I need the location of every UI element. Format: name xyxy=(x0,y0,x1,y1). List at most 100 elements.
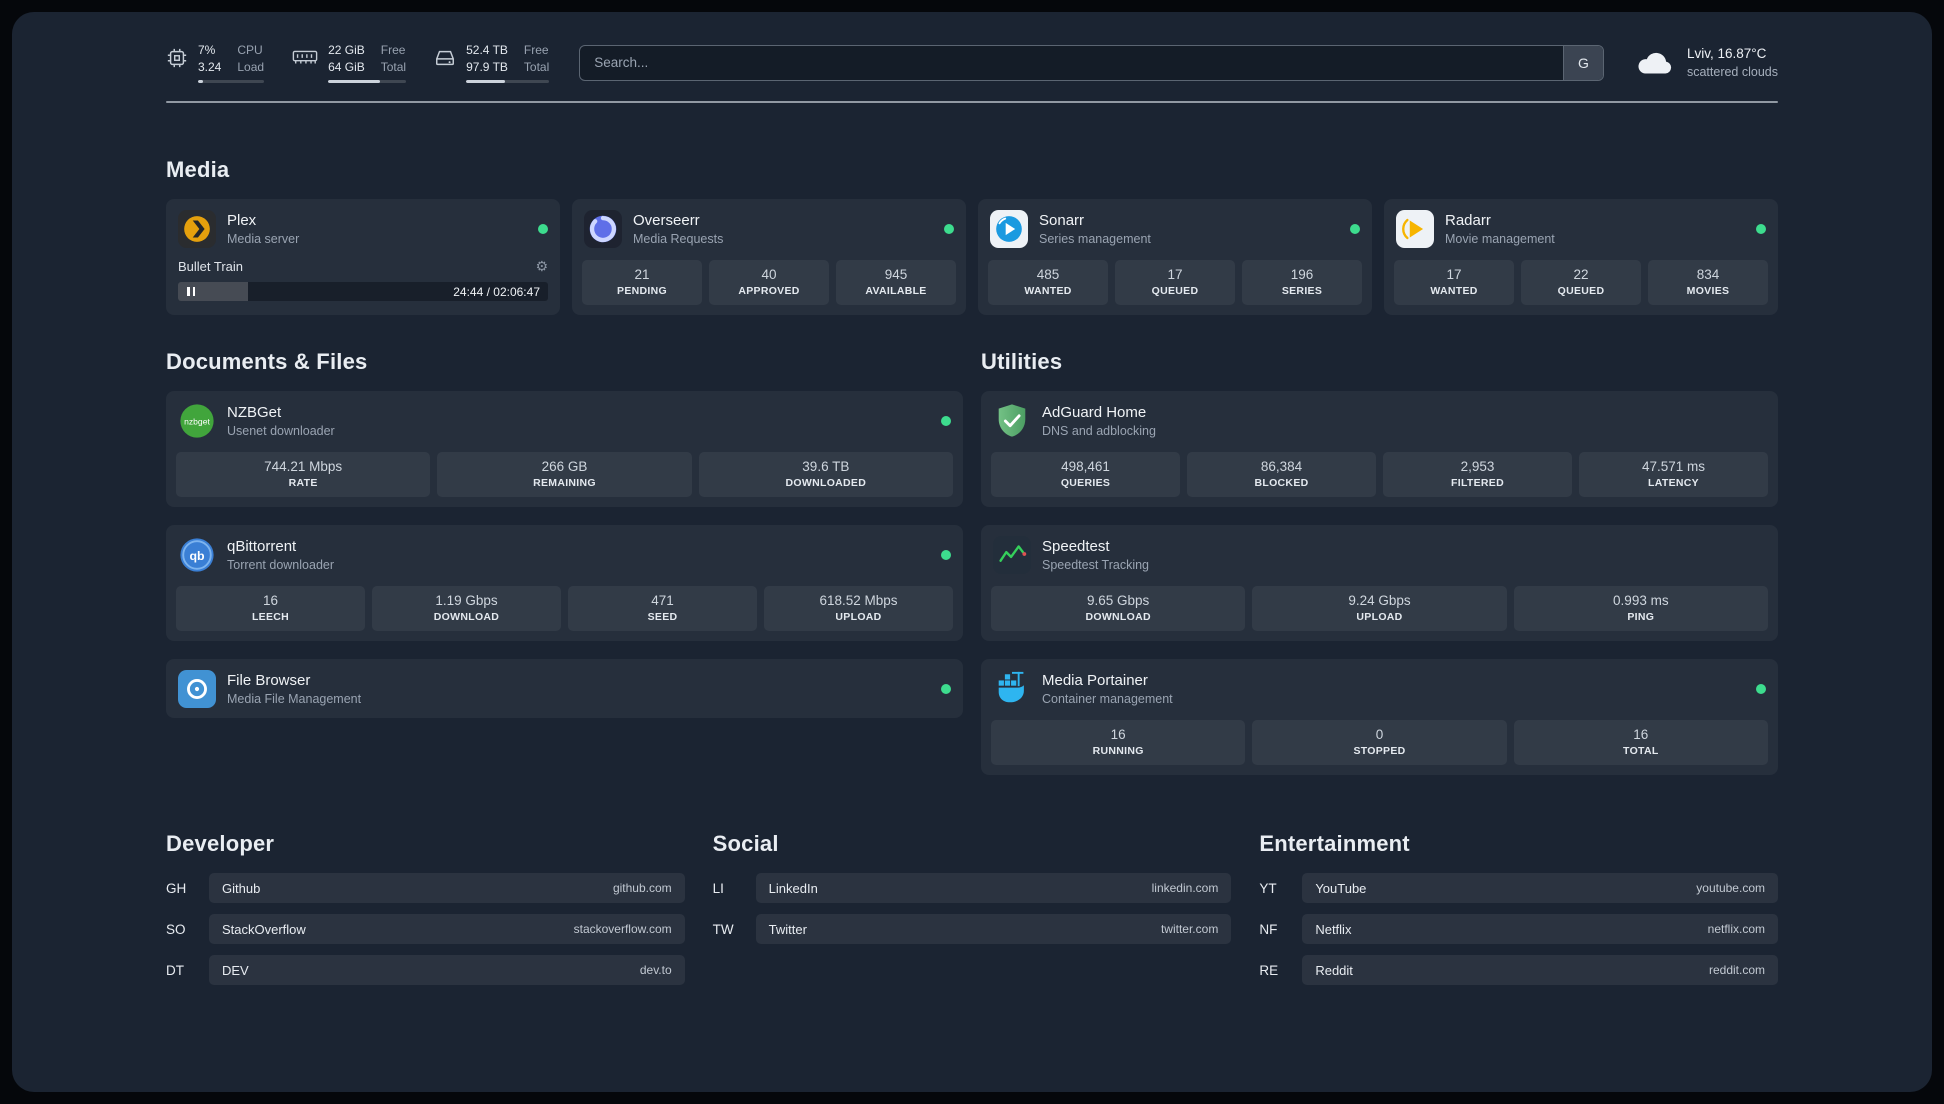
memory-icon xyxy=(292,50,318,64)
stat-stopped: 0 STOPPED xyxy=(1252,720,1507,766)
stat-leech: 16 LEECH xyxy=(176,586,365,632)
documents-column: Documents & Files nzbget NZBGet Usenet d… xyxy=(166,349,963,775)
speedtest-icon xyxy=(993,536,1031,575)
status-dot xyxy=(1756,684,1766,695)
disk-progress-bar xyxy=(466,80,550,84)
stat-pending: 21 PENDING xyxy=(582,260,702,306)
track-title: Bullet Train xyxy=(178,259,244,275)
service-card-filebrowser[interactable]: File Browser Media File Management xyxy=(166,659,963,719)
playback-progress-bar[interactable]: 24:44 / 02:06:47 xyxy=(178,282,548,302)
stat-running: 16 RUNNING xyxy=(991,720,1246,766)
stat-queued: 22 QUEUED xyxy=(1521,260,1641,306)
section-heading-documents: Documents & Files xyxy=(166,349,368,375)
stat-upload: 618.52 Mbps UPLOAD xyxy=(764,586,953,632)
bookmarks-social: Social LI LinkedIn linkedin.com TW Twitt… xyxy=(713,831,1232,985)
service-card-adguard[interactable]: AdGuard Home DNS and adblocking 498,461 … xyxy=(981,391,1778,508)
topbar: 7% 3.24 CPU Load 22 GiB 64 GiB Free Tota… xyxy=(166,12,1778,84)
service-subtitle: Torrent downloader xyxy=(227,557,335,572)
service-subtitle: Usenet downloader xyxy=(227,423,335,438)
bookmark-link[interactable]: LinkedIn linkedin.com xyxy=(755,873,1232,904)
service-card-nzbget[interactable]: nzbget NZBGet Usenet downloader 744.21 M… xyxy=(166,391,963,508)
section-heading-utilities: Utilities xyxy=(981,349,1063,375)
cpu-load-label: Load xyxy=(237,60,265,75)
status-dot xyxy=(941,684,951,695)
service-subtitle: Movie management xyxy=(1445,231,1555,246)
service-card-radarr[interactable]: Radarr Movie management 17 WANTED 22 QUE… xyxy=(1384,199,1778,316)
stat-queued: 17 QUEUED xyxy=(1115,260,1235,306)
portainer-icon xyxy=(998,672,1024,703)
cloud-icon xyxy=(1638,52,1672,74)
disk-total-label: Total xyxy=(523,60,550,75)
status-dot xyxy=(944,224,954,235)
service-subtitle: Container management xyxy=(1042,691,1173,706)
service-card-overseerr[interactable]: Overseerr Media Requests 21 PENDING 40 A… xyxy=(572,199,966,316)
memory-total-label: Total xyxy=(380,60,407,75)
gear-icon[interactable]: ⚙ xyxy=(535,258,548,275)
service-title: AdGuard Home xyxy=(1042,403,1147,421)
bookmark-link[interactable]: Reddit reddit.com xyxy=(1302,955,1778,986)
cpu-progress-bar xyxy=(198,80,265,84)
bookmark-link[interactable]: Github github.com xyxy=(209,873,685,904)
service-title: Media Portainer xyxy=(1042,671,1148,689)
plex-icon xyxy=(178,210,216,249)
section-heading-media: Media xyxy=(166,157,230,183)
resource-widgets: 7% 3.24 CPU Load 22 GiB 64 GiB Free Tota… xyxy=(166,42,550,84)
sonarr-icon xyxy=(990,210,1028,249)
cpu-usage-value: 7% xyxy=(198,43,216,57)
service-subtitle: Media Requests xyxy=(633,231,724,246)
search-input[interactable] xyxy=(579,44,1604,81)
service-card-sonarr[interactable]: Sonarr Series management 485 WANTED 17 Q… xyxy=(978,199,1372,316)
bookmark-link[interactable]: Twitter twitter.com xyxy=(755,914,1232,945)
status-dot xyxy=(941,550,951,561)
memory-widget: 22 GiB 64 GiB Free Total xyxy=(292,42,407,84)
topbar-divider xyxy=(166,101,1778,104)
memory-free-value: 22 GiB xyxy=(328,43,365,57)
plex-now-playing: Bullet Train ⚙ 24:44 / 02:06:47 xyxy=(176,258,550,302)
search-provider-button[interactable]: G xyxy=(1562,45,1603,80)
bookmark-twitter: TW Twitter twitter.com xyxy=(712,914,1232,945)
bookmark-abbr: TW xyxy=(712,921,734,937)
service-title: File Browser xyxy=(227,671,311,689)
cpu-icon xyxy=(167,48,187,68)
service-title: Overseerr xyxy=(633,211,700,229)
bookmarks-entertainment: Entertainment YT YouTube youtube.com NF … xyxy=(1259,831,1778,986)
service-title: NZBGet xyxy=(227,403,282,421)
disk-free-value: 52.4 TB xyxy=(466,43,508,57)
service-card-qbittorrent[interactable]: qb qBittorrent Torrent downloader 16 LEE… xyxy=(166,525,963,642)
disk-widget: 52.4 TB 97.9 TB Free Total xyxy=(434,42,550,84)
stat-latency: 47.571 ms LATENCY xyxy=(1579,452,1768,498)
service-card-portainer[interactable]: Media Portainer Container management 16 … xyxy=(981,659,1778,776)
cpu-load-value: 3.24 xyxy=(198,60,222,75)
svg-text:qb: qb xyxy=(189,549,205,563)
bookmark-abbr: NF xyxy=(1259,921,1278,937)
service-card-plex[interactable]: Plex Media server Bullet Train ⚙ 24:44 /… xyxy=(166,199,560,316)
service-subtitle: Media File Management xyxy=(227,691,362,706)
weather-location: Lviv, 16.87°C xyxy=(1686,46,1767,62)
memory-progress-bar xyxy=(328,80,407,84)
stat-queries: 498,461 QUERIES xyxy=(991,452,1180,498)
bookmark-youtube: YT YouTube youtube.com xyxy=(1259,873,1778,904)
stat-blocked: 86,384 BLOCKED xyxy=(1187,452,1376,498)
playback-time: 24:44 / 02:06:47 xyxy=(453,284,540,299)
memory-total-value: 64 GiB xyxy=(328,60,365,75)
service-card-speedtest[interactable]: Speedtest Speedtest Tracking 9.65 Gbps D… xyxy=(981,525,1778,642)
bookmarks-developer: Developer GH Github github.com SO StackO… xyxy=(166,831,685,986)
bookmark-linkedin: LI LinkedIn linkedin.com xyxy=(712,873,1232,904)
bookmark-link[interactable]: YouTube youtube.com xyxy=(1302,873,1778,904)
stat-wanted: 485 WANTED xyxy=(988,260,1108,306)
pause-icon[interactable] xyxy=(187,287,195,297)
cpu-label: CPU xyxy=(237,43,263,57)
status-dot xyxy=(1756,224,1766,235)
stat-remaining: 266 GB REMAINING xyxy=(437,452,692,498)
bookmark-link[interactable]: StackOverflow stackoverflow.com xyxy=(209,914,685,945)
service-title: qBittorrent xyxy=(227,537,297,555)
section-heading-entertainment: Entertainment xyxy=(1259,831,1410,857)
bookmark-link[interactable]: Netflix netflix.com xyxy=(1302,914,1778,945)
search-bar: G xyxy=(579,44,1604,81)
bookmark-link[interactable]: DEV dev.to xyxy=(209,955,685,986)
status-dot xyxy=(1350,224,1360,235)
adguard-icon xyxy=(998,404,1026,438)
bookmark-abbr: LI xyxy=(712,880,724,896)
bookmark-netflix: NF Netflix netflix.com xyxy=(1259,914,1778,945)
bookmark-github: GH Github github.com xyxy=(166,873,685,904)
